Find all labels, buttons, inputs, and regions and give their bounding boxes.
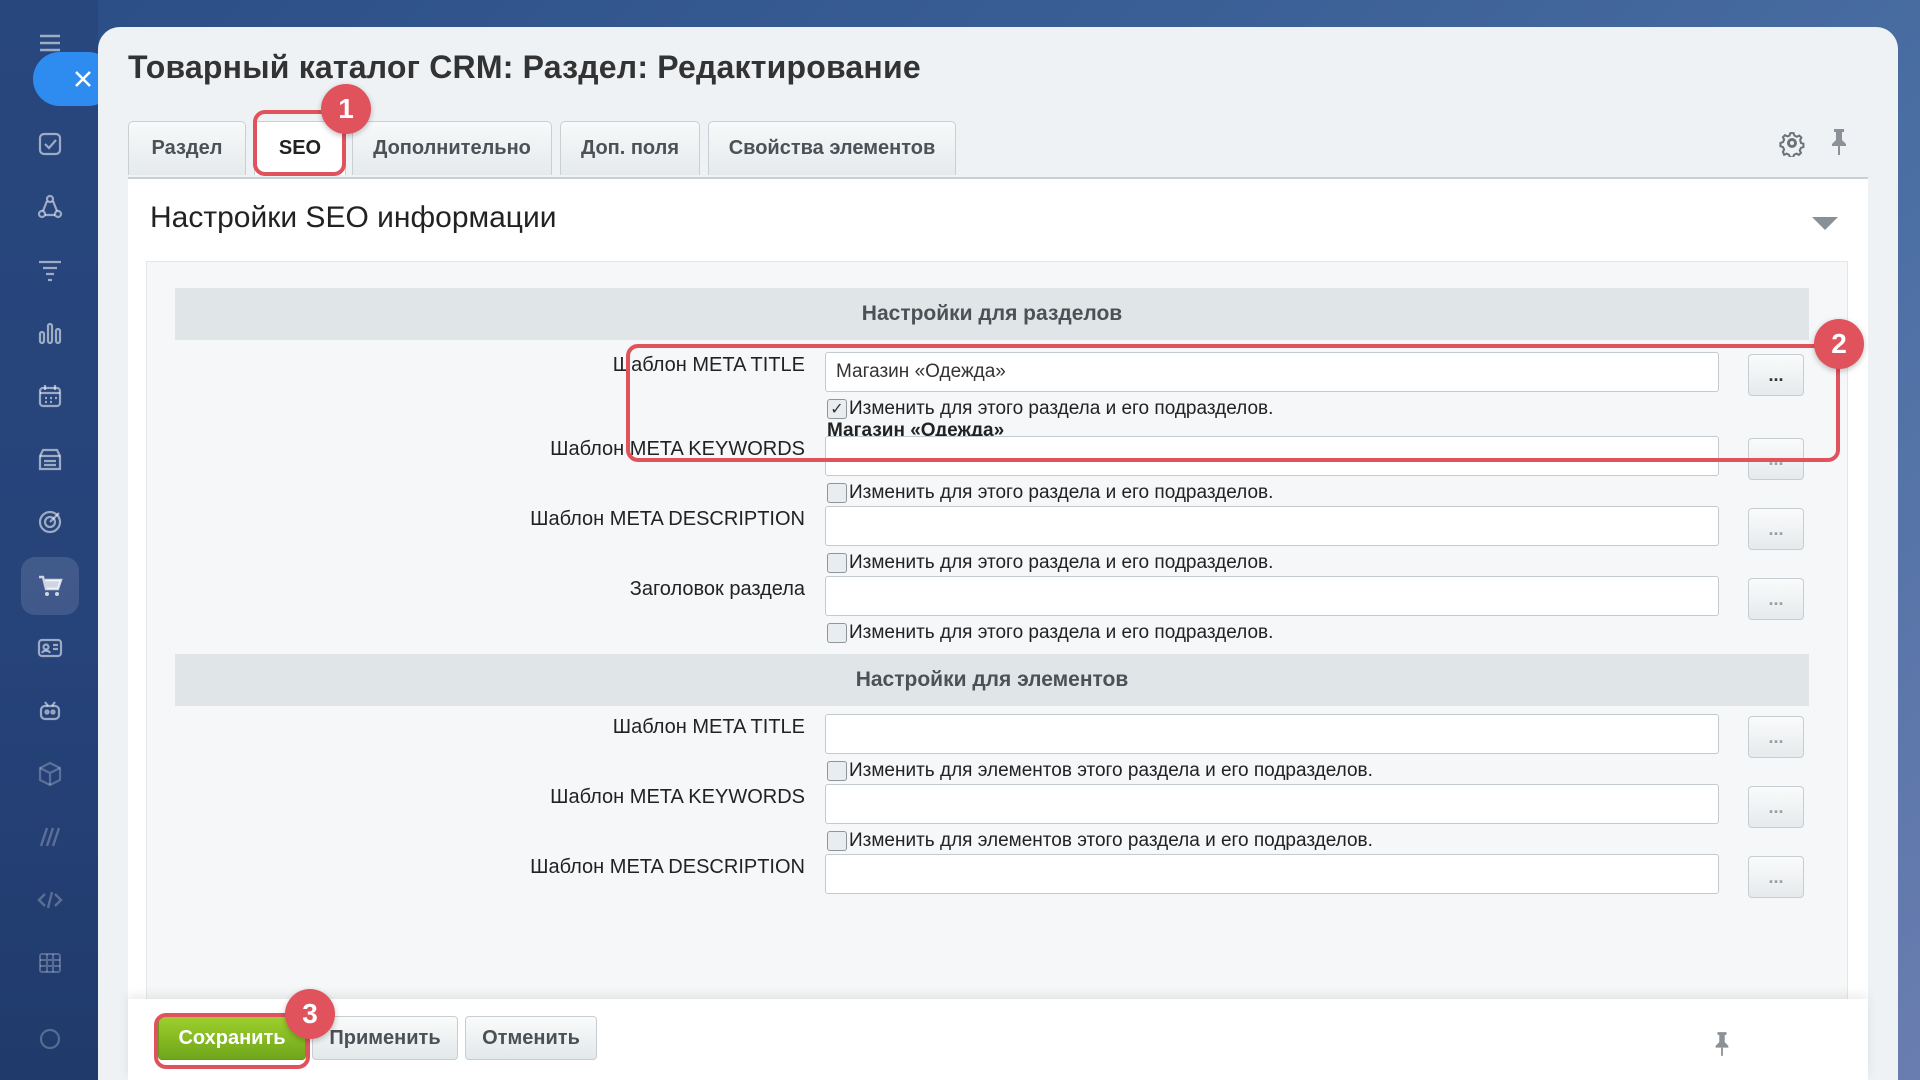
contact-card-icon[interactable] xyxy=(29,627,71,669)
checkbox-label: Изменить для элементов этого раздела и е… xyxy=(849,760,1373,781)
gear-icon[interactable] xyxy=(1778,129,1806,157)
insert-macro-button[interactable]: ... xyxy=(1748,508,1804,550)
tab-section[interactable]: Раздел xyxy=(128,121,246,175)
calendar-icon[interactable] xyxy=(29,375,71,417)
checkbox-box[interactable] xyxy=(827,831,847,851)
element-meta-description-input[interactable] xyxy=(825,854,1719,894)
insert-macro-button[interactable]: ... xyxy=(1748,578,1804,620)
edit-panel: Товарный каталог CRM: Раздел: Редактиров… xyxy=(98,27,1898,1080)
cube-icon[interactable] xyxy=(29,753,71,795)
store-icon[interactable] xyxy=(29,438,71,480)
cancel-button[interactable]: Отменить xyxy=(465,1016,597,1060)
seo-content: Настройки SEO информации Настройки для р… xyxy=(128,177,1868,1027)
close-icon xyxy=(75,71,91,87)
section-title: Настройки SEO информации xyxy=(150,201,557,234)
checkbox-box[interactable] xyxy=(827,553,847,573)
override-checkbox[interactable]: Изменить для этого раздела и его подразд… xyxy=(827,622,1273,644)
checkbox-label: Изменить для этого раздела и его подразд… xyxy=(849,482,1274,503)
cart-icon[interactable] xyxy=(21,557,79,615)
collapse-arrow-icon[interactable] xyxy=(1812,217,1838,230)
apply-button[interactable]: Применить xyxy=(312,1016,458,1060)
funnel-icon[interactable] xyxy=(29,249,71,291)
checkbox-label: Изменить для этого раздела и его подразд… xyxy=(849,552,1274,573)
group-header-sections: Настройки для разделов xyxy=(175,288,1809,340)
page-title: Товарный каталог CRM: Раздел: Редактиров… xyxy=(128,49,921,85)
highlight-meta-title-row xyxy=(626,344,1840,462)
code-icon[interactable] xyxy=(29,879,71,921)
stripes-icon[interactable] xyxy=(29,816,71,858)
tab-element-properties[interactable]: Свойства элементов xyxy=(708,121,956,175)
field-label: Шаблон META DESCRIPTION xyxy=(530,508,805,530)
field-label: Шаблон META TITLE xyxy=(612,716,805,738)
insert-macro-button[interactable]: ... xyxy=(1748,786,1804,828)
checkbox-box[interactable] xyxy=(827,761,847,781)
checkbox-box[interactable] xyxy=(827,483,847,503)
field-label: Шаблон META DESCRIPTION xyxy=(530,856,805,878)
tab-additional[interactable]: Дополнительно xyxy=(352,121,552,175)
section-heading-input[interactable] xyxy=(825,576,1719,616)
insert-macro-button[interactable]: ... xyxy=(1748,716,1804,758)
override-checkbox[interactable]: Изменить для этого раздела и его подразд… xyxy=(827,552,1273,574)
group-header-elements: Настройки для элементов xyxy=(175,654,1809,706)
field-label: Шаблон META KEYWORDS xyxy=(550,786,805,808)
field-label: Заголовок раздела xyxy=(629,578,805,600)
pin-icon[interactable] xyxy=(1828,127,1850,157)
override-checkbox[interactable]: Изменить для элементов этого раздела и е… xyxy=(827,760,1373,782)
crm-icon[interactable] xyxy=(29,186,71,228)
checkbox-box[interactable] xyxy=(827,623,847,643)
tab-extra-fields[interactable]: Доп. поля xyxy=(560,121,700,175)
section-meta-description-input[interactable] xyxy=(825,506,1719,546)
analytics-icon[interactable] xyxy=(29,312,71,354)
checkbox-label: Изменить для элементов этого раздела и е… xyxy=(849,830,1373,851)
pin-icon[interactable] xyxy=(1712,1030,1732,1058)
annotation-badge-3: 3 xyxy=(285,989,335,1039)
override-checkbox[interactable]: Изменить для этого раздела и его подразд… xyxy=(827,482,1273,504)
robot-icon[interactable] xyxy=(29,690,71,732)
checkbox-label: Изменить для этого раздела и его подразд… xyxy=(849,622,1274,643)
annotation-badge-1: 1 xyxy=(321,84,371,134)
annotation-badge-2: 2 xyxy=(1814,319,1864,369)
app-sidebar xyxy=(0,0,98,1080)
element-meta-title-input[interactable] xyxy=(825,714,1719,754)
target-icon[interactable] xyxy=(29,501,71,543)
tasks-icon[interactable] xyxy=(29,123,71,165)
circle-icon[interactable] xyxy=(29,1018,71,1060)
grid-icon[interactable] xyxy=(29,942,71,984)
insert-macro-button[interactable]: ... xyxy=(1748,856,1804,898)
override-checkbox[interactable]: Изменить для элементов этого раздела и е… xyxy=(827,830,1373,852)
element-meta-keywords-input[interactable] xyxy=(825,784,1719,824)
